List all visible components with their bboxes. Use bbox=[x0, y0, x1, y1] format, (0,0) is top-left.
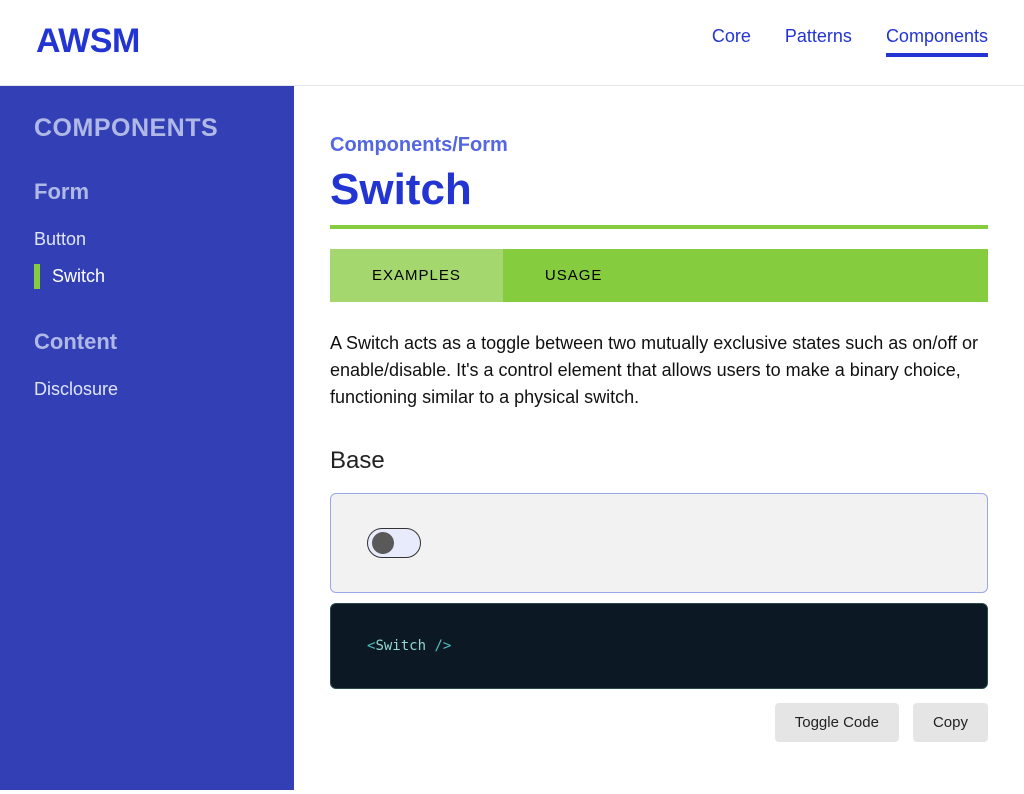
code-actions: Toggle Code Copy bbox=[330, 703, 988, 742]
header: AWSM Core Patterns Components bbox=[0, 0, 1024, 86]
sidebar-group-title-form: Form bbox=[34, 179, 260, 205]
code-close-bracket: /> bbox=[426, 638, 451, 654]
sidebar-group-content: Content Disclosure bbox=[34, 329, 260, 408]
main: Components/Form Switch EXAMPLES USAGE A … bbox=[294, 86, 1024, 790]
breadcrumb[interactable]: Components/Form bbox=[330, 134, 988, 157]
page-title: Switch bbox=[330, 165, 988, 229]
nav-core[interactable]: Core bbox=[712, 26, 751, 57]
sidebar-group-form: Form Button Switch bbox=[34, 179, 260, 295]
tab-usage[interactable]: USAGE bbox=[503, 249, 645, 302]
top-nav: Core Patterns Components bbox=[712, 26, 988, 57]
nav-patterns[interactable]: Patterns bbox=[785, 26, 852, 57]
copy-button[interactable]: Copy bbox=[913, 703, 988, 742]
sidebar-title: COMPONENTS bbox=[34, 114, 260, 143]
sidebar-group-title-content: Content bbox=[34, 329, 260, 355]
section-heading-base: Base bbox=[330, 447, 988, 475]
body: COMPONENTS Form Button Switch Content Di… bbox=[0, 86, 1024, 790]
sidebar: COMPONENTS Form Button Switch Content Di… bbox=[0, 86, 294, 790]
code-tag-name: Switch bbox=[375, 638, 426, 654]
tab-examples[interactable]: EXAMPLES bbox=[330, 249, 503, 302]
sidebar-item-button[interactable]: Button bbox=[34, 221, 260, 258]
code-block: <Switch /> bbox=[330, 603, 988, 689]
logo[interactable]: AWSM bbox=[36, 22, 140, 61]
tabs: EXAMPLES USAGE bbox=[330, 249, 988, 302]
sidebar-item-disclosure[interactable]: Disclosure bbox=[34, 371, 260, 408]
example-preview bbox=[330, 493, 988, 593]
switch-thumb bbox=[372, 532, 394, 554]
sidebar-item-switch[interactable]: Switch bbox=[34, 258, 260, 295]
description: A Switch acts as a toggle between two mu… bbox=[330, 330, 988, 411]
toggle-code-button[interactable]: Toggle Code bbox=[775, 703, 899, 742]
nav-components[interactable]: Components bbox=[886, 26, 988, 57]
switch-toggle[interactable] bbox=[367, 528, 421, 558]
